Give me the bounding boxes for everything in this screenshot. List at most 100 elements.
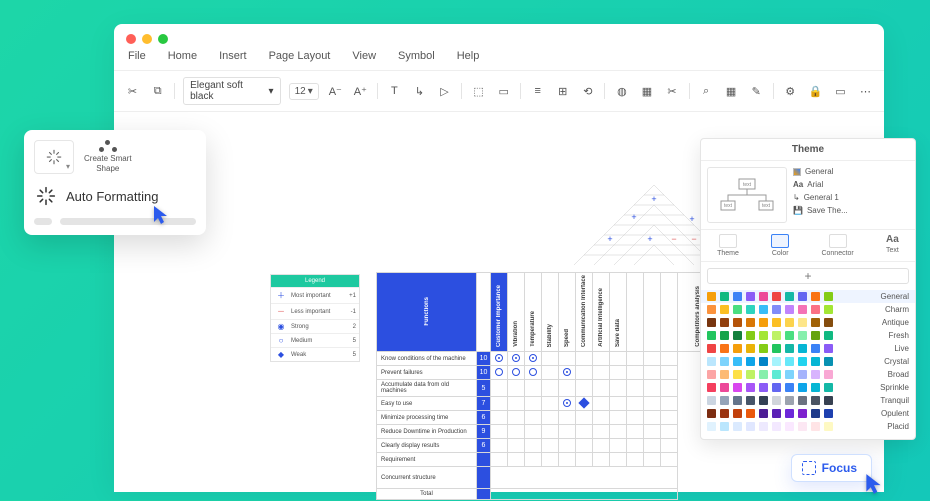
info-label: Arial	[807, 180, 823, 189]
layers-icon[interactable]: ⬚	[470, 82, 487, 100]
tab-theme[interactable]: Theme	[717, 234, 739, 257]
sparkle-dropdown[interactable]: ▾	[34, 140, 74, 174]
svg-text:+: +	[651, 194, 656, 204]
scheme-row[interactable]: Tranquil	[701, 394, 915, 407]
crop-icon[interactable]: ✂	[663, 82, 680, 100]
window-controls	[114, 24, 884, 48]
menu-view[interactable]: View	[352, 50, 376, 62]
cut-icon[interactable]: ✂	[124, 82, 141, 100]
svg-text:−: −	[671, 234, 676, 244]
smart-shape-label: Shape	[96, 164, 119, 174]
category-label: Functions	[423, 291, 431, 332]
pointer-icon[interactable]: ▷	[436, 82, 453, 100]
grid-icon	[793, 168, 801, 176]
add-scheme-button[interactable]: +	[707, 268, 909, 284]
create-smart-shape-button[interactable]: Create Smart Shape	[84, 140, 132, 173]
legend-row: ＋Most important+1	[271, 287, 359, 303]
tab-text[interactable]: AaText	[886, 234, 899, 257]
fill-icon[interactable]: ◍	[613, 82, 630, 100]
scheme-list: GeneralCharmAntiqueFreshLiveCrystalBroad…	[701, 290, 915, 433]
scheme-row[interactable]: Live	[701, 342, 915, 355]
svg-text:+: +	[607, 234, 612, 244]
decrease-font-icon[interactable]: A⁻	[327, 82, 344, 100]
col-header: Customer Importance	[495, 283, 503, 349]
legend-row: －Less important-1	[271, 303, 359, 319]
scheme-row[interactable]: Opulent	[701, 407, 915, 420]
col-header	[634, 345, 636, 349]
menubar: File Home Insert Page Layout View Symbol…	[114, 48, 884, 71]
scheme-row[interactable]: Charm	[701, 303, 915, 316]
settings-icon[interactable]: ⚙	[782, 82, 799, 100]
increase-font-icon[interactable]: A⁺	[352, 82, 369, 100]
focus-label: Focus	[822, 461, 857, 475]
shape-icon[interactable]: ▭	[495, 82, 512, 100]
scheme-row[interactable]: Broad	[701, 368, 915, 381]
scheme-row[interactable]: Crystal	[701, 355, 915, 368]
legend-row: ◆Weak5	[271, 347, 359, 361]
concurrent-label: Concurrent structure	[377, 467, 477, 489]
col-header: Vibration	[512, 319, 520, 349]
text-icon[interactable]: T	[386, 82, 403, 100]
matrix-row: Prevent failures10	[377, 366, 718, 380]
auto-formatting-popover: ▾ Create Smart Shape Auto Formatting	[24, 130, 206, 235]
scheme-row[interactable]: General	[701, 290, 915, 303]
scheme-row[interactable]: Placid	[701, 420, 915, 433]
search-icon[interactable]: ⌕	[698, 82, 715, 100]
close-icon[interactable]	[126, 34, 136, 44]
theme-panel: Theme texttexttext General AaArial ↳Gene…	[700, 138, 916, 440]
svg-text:+: +	[689, 214, 694, 224]
pattern-icon[interactable]: ▦	[638, 82, 655, 100]
lock-icon[interactable]: 🔒	[807, 82, 824, 100]
cursor-icon	[152, 204, 170, 226]
info-label: General 1	[804, 193, 839, 202]
menu-page-layout[interactable]: Page Layout	[269, 50, 331, 62]
copy-icon[interactable]: ⧉	[149, 82, 166, 100]
menu-file[interactable]: File	[128, 50, 146, 62]
toolbar: ✂ ⧉ Elegant soft black▾ 12▾ A⁻ A⁺ T ↳ ▷ …	[114, 71, 884, 112]
col-header	[651, 345, 653, 349]
info-label: Save The...	[807, 206, 848, 215]
chevron-down-icon: ▾	[308, 86, 313, 97]
maximize-icon[interactable]	[158, 34, 168, 44]
matrix-row: Clearly display results6	[377, 439, 718, 453]
connector-icon[interactable]: ↳	[411, 82, 428, 100]
scheme-row[interactable]: Sprinkle	[701, 381, 915, 394]
theme-info: General AaArial ↳General 1 💾Save The...	[793, 167, 909, 223]
menu-symbol[interactable]: Symbol	[398, 50, 435, 62]
more-icon[interactable]: ⋯	[857, 82, 874, 100]
rotate-icon[interactable]: ⟲	[579, 82, 596, 100]
focus-button[interactable]: Focus	[791, 454, 872, 482]
col-header: Temperature	[529, 309, 537, 349]
col-header: Stability	[546, 322, 554, 349]
font-dropdown[interactable]: Elegant soft black▾	[183, 77, 280, 105]
theme-title: Theme	[701, 139, 915, 161]
align-icon[interactable]: ≡	[529, 82, 546, 100]
menu-help[interactable]: Help	[457, 50, 480, 62]
auto-formatting-button[interactable]: Auto Formatting	[34, 184, 196, 208]
svg-text:text: text	[762, 203, 771, 209]
menu-home[interactable]: Home	[168, 50, 197, 62]
window-icon[interactable]: ▭	[832, 82, 849, 100]
progress-track	[34, 218, 196, 225]
scheme-row[interactable]: Fresh	[701, 329, 915, 342]
cursor-icon	[864, 472, 882, 494]
scheme-row[interactable]: Antique	[701, 316, 915, 329]
col-header: Artificial Intelligence	[597, 286, 605, 349]
sparkle-icon	[34, 184, 58, 208]
minimize-icon[interactable]	[142, 34, 152, 44]
pen-icon[interactable]: ✎	[748, 82, 765, 100]
size-dropdown[interactable]: 12▾	[289, 83, 319, 100]
info-label: General	[805, 167, 833, 176]
distribute-icon[interactable]: ⊞	[554, 82, 571, 100]
svg-text:text: text	[743, 182, 752, 188]
save-icon: 💾	[793, 206, 803, 215]
tab-color[interactable]: Color	[771, 234, 789, 257]
focus-icon	[802, 461, 816, 475]
svg-text:−: −	[691, 234, 696, 244]
matrix-row: Requirement	[377, 453, 718, 467]
font-size: 12	[295, 86, 306, 97]
tab-connector[interactable]: Connector	[821, 234, 853, 257]
smart-shape-label: Create Smart	[84, 154, 132, 164]
menu-insert[interactable]: Insert	[219, 50, 247, 62]
grid-icon[interactable]: ▦	[723, 82, 740, 100]
